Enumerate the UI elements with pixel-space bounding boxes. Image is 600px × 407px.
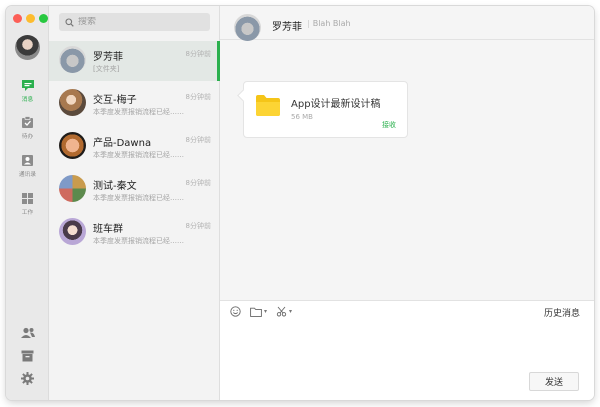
chat-item[interactable]: 罗芳菲 8分钟前 [文件夹] bbox=[49, 41, 220, 81]
chat-time: 8分钟前 bbox=[185, 93, 211, 101]
search-box[interactable] bbox=[59, 13, 210, 31]
todo-icon bbox=[22, 116, 33, 128]
nav-work-label: 工作 bbox=[21, 209, 34, 216]
settings-icon bbox=[21, 372, 34, 385]
emoji-icon bbox=[230, 306, 241, 317]
chat-preview: 本季度发票报销流程已经…… bbox=[93, 151, 184, 159]
maximize-window-button[interactable] bbox=[39, 14, 48, 23]
chevron-down-icon: ▾ bbox=[289, 308, 293, 315]
chevron-down-icon: ▾ bbox=[264, 308, 268, 315]
archive-button[interactable] bbox=[6, 350, 49, 362]
conversation-panel: 罗芳菲 Blah Blah App设计最新设计稿 56 MB 接收 bbox=[220, 6, 594, 400]
file-size: 56 MB bbox=[291, 113, 313, 121]
minimize-window-button[interactable] bbox=[26, 14, 35, 23]
folder-icon bbox=[256, 95, 280, 116]
chat-name: 班车群 bbox=[93, 224, 123, 235]
close-window-button[interactable] bbox=[13, 14, 22, 23]
composer-toolbar: ▾ ▾ bbox=[230, 306, 292, 317]
contacts-icon bbox=[22, 155, 33, 166]
apps-icon bbox=[22, 193, 33, 204]
chat-name: 交互-梅子 bbox=[93, 95, 137, 106]
emoji-button[interactable] bbox=[230, 306, 241, 317]
search-input[interactable] bbox=[78, 17, 198, 27]
my-avatar[interactable] bbox=[15, 35, 40, 60]
chat-preview: [文件夹] bbox=[93, 65, 120, 73]
send-button[interactable]: 发送 bbox=[529, 372, 579, 391]
conversation-header: 罗芳菲 Blah Blah bbox=[220, 6, 594, 41]
chat-time: 8分钟前 bbox=[185, 222, 211, 230]
nav-contacts-label: 通讯录 bbox=[18, 171, 37, 178]
file-name: App设计最新设计稿 bbox=[291, 99, 381, 110]
chat-item[interactable]: 班车群 8分钟前 本季度发票报销流程已经…… bbox=[49, 213, 220, 253]
chat-name: 测试-秦文 bbox=[93, 181, 137, 192]
chat-icon bbox=[21, 80, 34, 91]
nav-todo-label: 待办 bbox=[21, 133, 34, 140]
folder-icon bbox=[250, 307, 262, 317]
nav-todo[interactable]: 待办 bbox=[6, 116, 49, 140]
scissors-icon bbox=[276, 306, 287, 317]
nav-messages[interactable]: 消息 bbox=[6, 79, 49, 103]
history-messages-link[interactable]: 历史消息 bbox=[544, 306, 580, 319]
sidebar: 消息 待办 通讯录 工作 bbox=[6, 6, 49, 400]
chat-name: 产品-Dawna bbox=[93, 138, 152, 149]
chat-preview: 本季度发票报销流程已经…… bbox=[93, 237, 184, 245]
window-controls bbox=[13, 14, 48, 23]
chat-time: 8分钟前 bbox=[185, 50, 211, 58]
chat-item[interactable]: 交互-梅子 8分钟前 本季度发票报销流程已经…… bbox=[49, 84, 220, 124]
accept-file-link[interactable]: 接收 bbox=[382, 120, 396, 130]
chat-name: 罗芳菲 bbox=[93, 52, 123, 63]
chat-preview: 本季度发票报销流程已经…… bbox=[93, 108, 184, 116]
chat-preview: 本季度发票报销流程已经…… bbox=[93, 194, 184, 202]
add-contact-icon bbox=[20, 327, 35, 338]
chat-item[interactable]: 测试-秦文 8分钟前 本季度发票报销流程已经…… bbox=[49, 170, 220, 210]
chat-list: 罗芳菲 8分钟前 [文件夹] 交互-梅子 8分钟前 本季度发票报销流程已经…… … bbox=[49, 6, 220, 400]
search-icon bbox=[65, 17, 74, 27]
avatar bbox=[59, 132, 86, 159]
avatar bbox=[59, 89, 86, 116]
nav-contacts[interactable]: 通讯录 bbox=[6, 154, 49, 178]
conversation-name: 罗芳菲 bbox=[272, 22, 302, 33]
avatar bbox=[59, 175, 86, 202]
archive-icon bbox=[21, 350, 34, 362]
chat-time: 8分钟前 bbox=[185, 136, 211, 144]
chat-time: 8分钟前 bbox=[185, 179, 211, 187]
file-message[interactable]: App设计最新设计稿 56 MB 接收 bbox=[243, 81, 408, 138]
settings-button[interactable] bbox=[6, 372, 49, 385]
nav-messages-label: 消息 bbox=[21, 96, 34, 103]
app-window: 消息 待办 通讯录 工作 搜索 罗芳菲 8分钟前 [文件夹] 交互-梅子 8分钟… bbox=[6, 6, 594, 400]
avatar[interactable] bbox=[234, 14, 261, 41]
avatar bbox=[59, 46, 86, 73]
send-file-button[interactable]: ▾ bbox=[250, 307, 267, 317]
chat-item[interactable]: 产品-Dawna 8分钟前 本季度发票报销流程已经…… bbox=[49, 127, 220, 167]
screenshot-button[interactable]: ▾ bbox=[276, 306, 292, 317]
message-composer[interactable]: ▾ ▾ 历史消息 发送 bbox=[220, 300, 594, 400]
nav-work[interactable]: 工作 bbox=[6, 192, 49, 216]
conversation-status: Blah Blah bbox=[307, 19, 351, 28]
add-contact-button[interactable] bbox=[6, 327, 49, 339]
avatar bbox=[59, 218, 86, 245]
